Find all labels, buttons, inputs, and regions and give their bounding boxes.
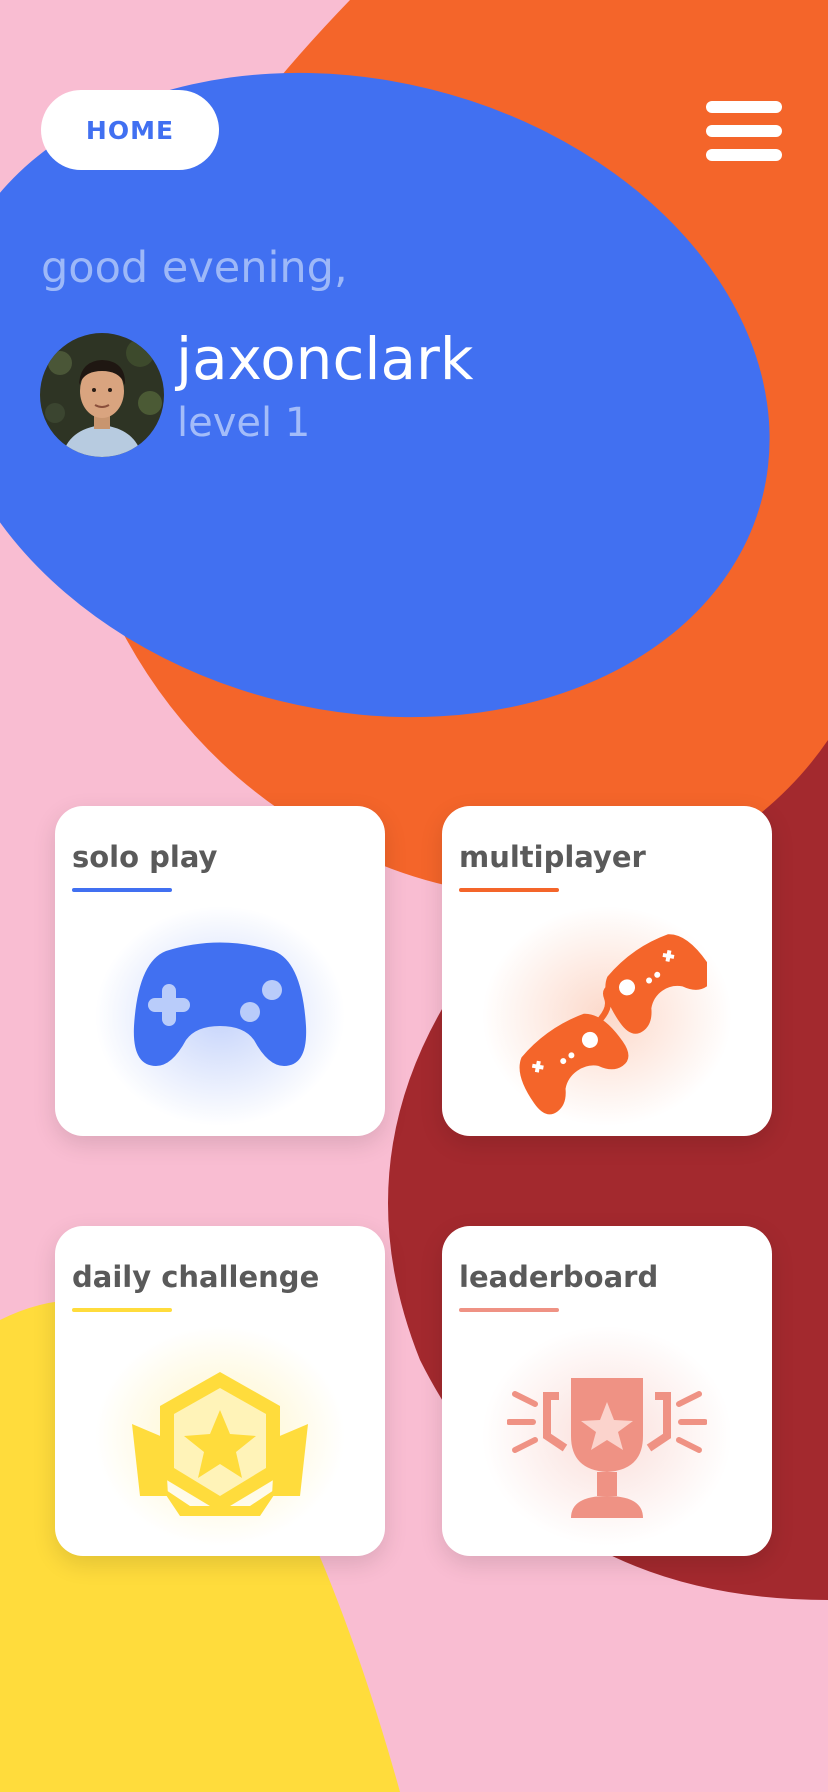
menu-bar [706,101,782,113]
gamepad-icon [133,942,307,1066]
star-badge-icon [132,1372,308,1516]
card-title: daily challenge [72,1260,320,1294]
card-underline [459,1308,559,1312]
card-title: leaderboard [459,1260,659,1294]
solo-play-card[interactable]: solo play [55,806,385,1136]
menu-bar [706,149,782,161]
username: jaxonclark [176,325,474,393]
card-underline [72,888,172,892]
card-title: solo play [72,840,218,874]
greeting-text: good evening, [41,243,348,293]
daily-challenge-card[interactable]: daily challenge [55,1226,385,1556]
user-level: level 1 [177,400,311,446]
hamburger-menu-icon[interactable] [706,101,782,161]
card-title: multiplayer [459,840,646,874]
leaderboard-card[interactable]: leaderboard [442,1226,772,1556]
card-underline [459,888,559,892]
avatar[interactable] [40,333,164,457]
trophy-icon [507,1378,707,1518]
multiplayer-card[interactable]: multiplayer [442,806,772,1136]
card-underline [72,1308,172,1312]
home-button[interactable]: HOME [41,90,219,170]
linked-controllers-icon [519,934,707,1115]
menu-bar [706,125,782,137]
